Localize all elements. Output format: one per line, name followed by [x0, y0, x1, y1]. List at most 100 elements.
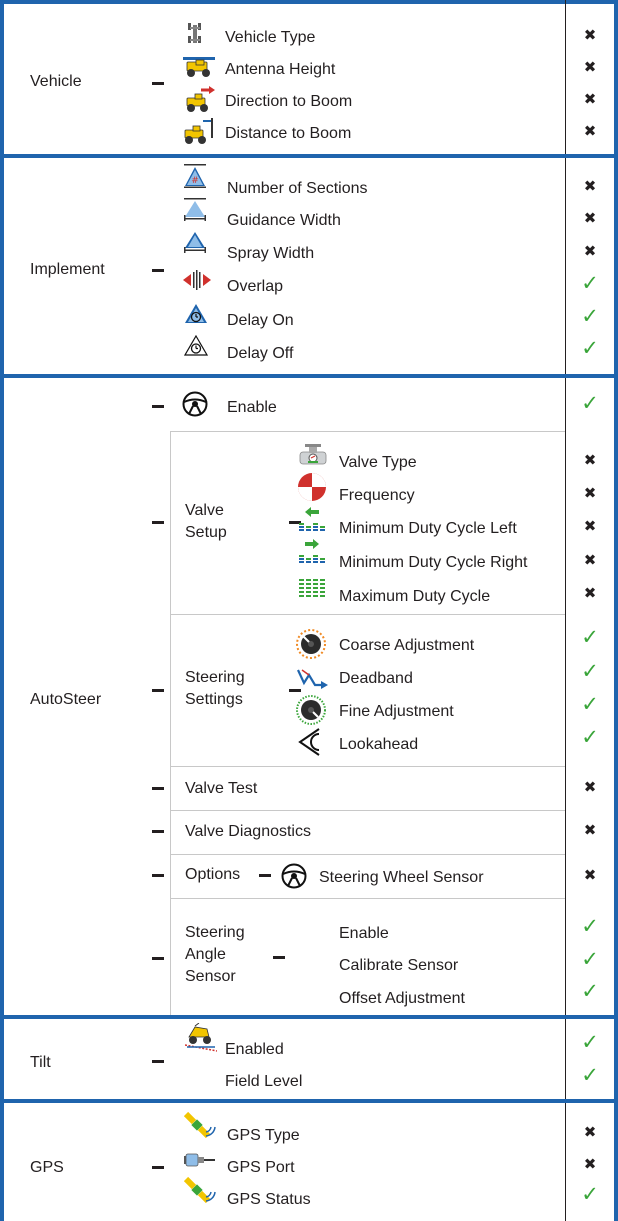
spray-width-label: Spray Width: [227, 245, 315, 262]
delay-off-label: Delay Off: [227, 345, 294, 362]
number-of-sections-icon: #: [184, 164, 206, 193]
table-top-border: [0, 0, 618, 4]
frequency-icon: [297, 472, 327, 507]
fine-adjustment-label: Fine Adjustment: [339, 703, 454, 720]
category-tilt: Tilt: [30, 1054, 51, 1071]
field-level-label: Field Level: [225, 1073, 303, 1090]
check-mark-icon: ✓: [581, 305, 599, 328]
check-mark-icon: ✓: [581, 948, 599, 971]
x-mark-icon: ✖: [583, 123, 597, 140]
gps-status-label: GPS Status: [227, 1191, 311, 1208]
tilt-enabled-label: Enabled: [225, 1041, 284, 1058]
valve-type-icon: [296, 444, 330, 473]
x-mark-icon: ✖: [583, 210, 597, 227]
gps-satellite-icon: [183, 1110, 216, 1145]
valve-setup-title-line2: Setup: [185, 524, 227, 541]
overlap-label: Overlap: [227, 278, 284, 295]
subgroup-dash: [259, 874, 271, 877]
distance-to-boom-label: Distance to Boom: [225, 125, 352, 142]
sas-enable-label: Enable: [339, 925, 389, 942]
max-duty-icon: [297, 578, 327, 605]
tilt-icon: [184, 1022, 218, 1058]
x-mark-icon: ✖: [583, 59, 597, 76]
min-duty-left-label: Minimum Duty Cycle Left: [339, 520, 517, 537]
x-mark-icon: ✖: [583, 518, 597, 535]
delay-off-icon: [183, 334, 209, 362]
subgroup-left-border: [170, 431, 171, 1015]
group-dash: [152, 787, 164, 790]
guidance-width-label: Guidance Width: [227, 212, 341, 229]
gps-port-icon: [184, 1150, 216, 1175]
valve-setup-title-line1: Valve: [185, 502, 224, 519]
check-mark-icon: ✓: [581, 980, 599, 1003]
lookahead-icon: [297, 727, 327, 762]
category-implement: Implement: [30, 261, 105, 278]
settings-compatibility-table: Vehicle Vehicle Type ✖ Antenna Height ✖ …: [0, 0, 618, 1221]
steering-wheel-sensor-label: Steering Wheel Sensor: [319, 869, 484, 886]
distance-to-boom-icon: [183, 118, 215, 149]
group-dash: [152, 521, 164, 524]
table-right-border: [614, 0, 618, 1221]
x-mark-icon: ✖: [583, 779, 597, 796]
check-mark-icon: ✓: [581, 626, 599, 649]
row-divider: [170, 766, 565, 767]
guidance-width-icon: [184, 198, 206, 227]
x-mark-icon: ✖: [583, 178, 597, 195]
check-mark-icon: ✓: [581, 915, 599, 938]
row-divider: [170, 854, 565, 855]
check-mark-icon: ✓: [581, 1031, 599, 1054]
enable-label: Enable: [227, 399, 277, 416]
min-duty-right-icon: [297, 538, 327, 571]
steering-angle-sensor-title-line1: Steering: [185, 924, 245, 941]
fine-adjustment-icon: [296, 695, 326, 730]
frequency-label: Frequency: [339, 487, 415, 504]
check-mark-icon: ✓: [581, 272, 599, 295]
group-dash: [152, 405, 164, 408]
x-mark-icon: ✖: [583, 585, 597, 602]
category-vehicle: Vehicle: [30, 73, 82, 90]
group-dash: [152, 82, 164, 85]
steering-settings-title-line1: Steering: [185, 669, 245, 686]
steering-wheel-sensor-icon: [281, 863, 307, 894]
calibrate-sensor-label: Calibrate Sensor: [339, 957, 459, 974]
row-divider: [170, 810, 565, 811]
spray-width-icon: [184, 230, 206, 259]
offset-adjustment-label: Offset Adjustment: [339, 990, 465, 1007]
check-mark-icon: ✓: [581, 726, 599, 749]
valve-diagnostics-label: Valve Diagnostics: [185, 823, 311, 840]
overlap-icon: [183, 270, 211, 295]
options-title: Options: [185, 866, 241, 883]
gps-satellite-icon: [183, 1175, 216, 1210]
antenna-height-icon: [183, 56, 215, 83]
vehicle-type-label: Vehicle Type: [225, 29, 316, 46]
x-mark-icon: ✖: [583, 27, 597, 44]
check-mark-icon: ✓: [581, 1183, 599, 1206]
section-divider: [0, 1015, 618, 1019]
lookahead-label: Lookahead: [339, 736, 419, 753]
group-dash: [152, 689, 164, 692]
row-divider: [170, 614, 565, 615]
section-divider: [0, 154, 618, 158]
delay-on-label: Delay On: [227, 312, 294, 329]
deadband-label: Deadband: [339, 670, 413, 687]
coarse-adjustment-icon: [296, 629, 326, 664]
direction-to-boom-icon: [183, 86, 215, 117]
category-gps: GPS: [30, 1159, 64, 1176]
direction-to-boom-label: Direction to Boom: [225, 93, 353, 110]
max-duty-label: Maximum Duty Cycle: [339, 588, 491, 605]
group-dash: [152, 874, 164, 877]
x-mark-icon: ✖: [583, 867, 597, 884]
section-divider: [0, 374, 618, 378]
group-dash: [152, 269, 164, 272]
steering-angle-sensor-title-line2: Angle: [185, 946, 226, 963]
x-mark-icon: ✖: [583, 485, 597, 502]
valve-test-label: Valve Test: [185, 780, 258, 797]
row-divider: [170, 431, 565, 432]
check-mark-icon: ✓: [581, 1064, 599, 1087]
x-mark-icon: ✖: [583, 822, 597, 839]
gps-type-label: GPS Type: [227, 1127, 300, 1144]
steering-wheel-icon: [182, 391, 208, 422]
status-column-divider: [565, 0, 566, 1221]
check-mark-icon: ✓: [581, 693, 599, 716]
min-duty-right-label: Minimum Duty Cycle Right: [339, 554, 528, 571]
